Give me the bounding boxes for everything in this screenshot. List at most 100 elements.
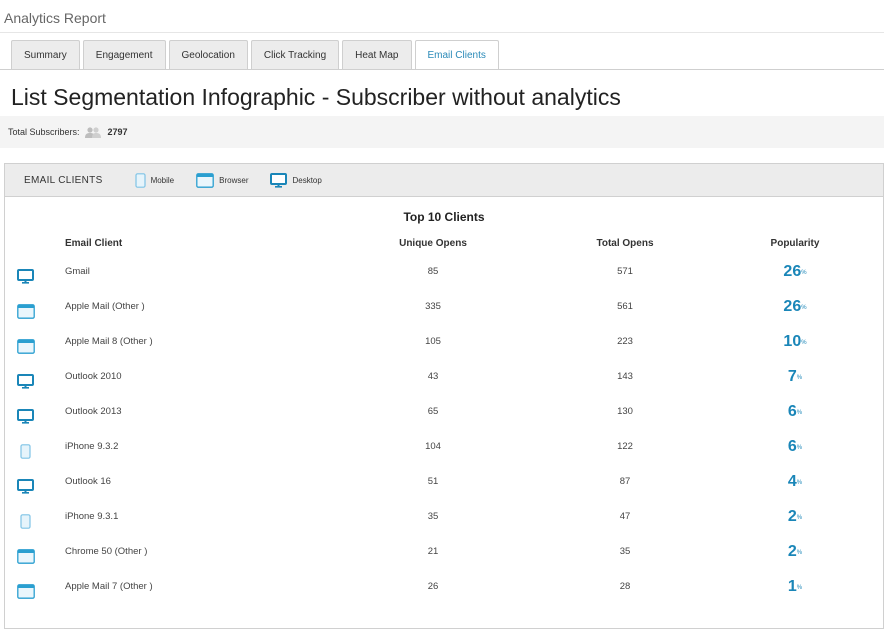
unique-opens: 51 [427,476,439,487]
total-opens: 571 [617,266,633,277]
popularity-value: 10% [765,332,825,352]
mobile-icon [17,444,34,464]
popularity-number: 2 [787,543,797,560]
desktop-icon [17,479,34,499]
table-row: Chrome 50 (Other ) 21 35 2% [5,542,883,577]
popularity-unit: % [796,410,803,416]
column-total-opens: Total Opens [596,238,654,249]
table-row: Apple Mail (Other ) 335 561 26% [5,297,883,332]
email-clients-panel: EMAIL CLIENTS Mobile Browser Desktop Top… [4,163,884,629]
column-popularity: Popularity [770,238,820,249]
total-opens: 223 [617,336,633,347]
popularity-unit: % [796,480,803,486]
legend-desktop-label: Desktop [292,175,322,185]
total-opens: 143 [617,371,633,382]
app-title: Analytics Report [4,10,106,26]
popularity-number: 4 [787,473,797,490]
browser-icon [17,549,35,569]
unique-opens: 335 [425,301,441,312]
popularity-number: 26 [783,263,802,280]
desktop-icon [17,269,34,289]
client-name: Apple Mail 8 (Other ) [65,336,153,347]
popularity-number: 1 [787,578,797,595]
total-opens: 122 [617,441,633,452]
subscribers-summary: Total Subscribers: 2797 [0,116,884,148]
client-name: Gmail [65,266,90,277]
popularity-value: 2% [765,507,825,527]
browser-icon [196,172,214,188]
tab-click-tracking[interactable]: Click Tracking [250,40,340,69]
unique-opens: 21 [427,546,439,557]
popularity-unit: % [796,445,803,451]
total-opens: 130 [617,406,633,417]
legend-browser-label: Browser [219,175,249,185]
browser-icon [17,304,35,324]
total-opens: 28 [619,581,631,592]
desktop-icon [270,172,288,188]
total-opens: 561 [617,301,633,312]
popularity-value: 26% [765,262,825,282]
browser-icon [17,584,35,604]
client-name: iPhone 9.3.2 [65,441,119,452]
popularity-value: 4% [765,472,825,492]
tab-summary[interactable]: Summary [11,40,80,69]
tab-bar: Summary Engagement Geolocation Click Tra… [11,40,502,70]
section-title: Top 10 Clients [403,210,485,224]
unique-opens: 104 [425,441,441,452]
header-divider [0,32,884,33]
mobile-icon [134,172,146,188]
popularity-value: 26% [765,297,825,317]
popularity-value: 6% [765,437,825,457]
tab-divider [0,69,884,70]
popularity-value: 2% [765,542,825,562]
unique-opens: 35 [427,511,439,522]
popularity-unit: % [796,375,803,381]
table-row: Outlook 2013 65 130 6% [5,402,883,437]
unique-opens: 105 [425,336,441,347]
subscribers-count: 2797 [107,127,128,137]
unique-opens: 65 [427,406,439,417]
popularity-value: 6% [765,402,825,422]
popularity-number: 6 [787,438,797,455]
users-icon [84,126,102,138]
popularity-unit: % [796,585,803,591]
popularity-unit: % [796,550,803,556]
total-opens: 35 [619,546,631,557]
desktop-icon [17,374,34,394]
client-name: Outlook 2013 [65,406,122,417]
tab-geolocation[interactable]: Geolocation [168,40,248,69]
panel-title: EMAIL CLIENTS [24,174,103,186]
popularity-number: 26 [783,298,802,315]
popularity-value: 1% [765,577,825,597]
legend-mobile-label: Mobile [150,175,175,185]
tab-email-clients[interactable]: Email Clients [414,40,499,70]
client-name: iPhone 9.3.1 [65,511,119,522]
table-row: iPhone 9.3.1 35 47 2% [5,507,883,542]
client-name: Outlook 16 [65,476,111,487]
browser-icon [17,339,35,359]
total-opens: 47 [619,511,631,522]
legend-browser: Browser [196,172,249,188]
legend-mobile: Mobile [134,172,175,188]
unique-opens: 26 [427,581,439,592]
tab-heat-map[interactable]: Heat Map [342,40,412,69]
panel-header: EMAIL CLIENTS Mobile Browser Desktop [5,164,883,197]
tab-engagement[interactable]: Engagement [82,40,166,69]
popularity-number: 7 [787,368,797,385]
popularity-unit: % [796,515,803,521]
popularity-value: 7% [765,367,825,387]
desktop-icon [17,409,34,429]
subscribers-label: Total Subscribers: [8,127,80,137]
unique-opens: 85 [427,266,439,277]
popularity-unit: % [801,305,807,311]
total-opens: 87 [619,476,631,487]
unique-opens: 43 [427,371,439,382]
client-name: Chrome 50 (Other ) [65,546,148,557]
table-row: Gmail 85 571 26% [5,262,883,297]
table-row: Apple Mail 8 (Other ) 105 223 10% [5,332,883,367]
client-name: Outlook 2010 [65,371,122,382]
table-row: iPhone 9.3.2 104 122 6% [5,437,883,472]
popularity-number: 6 [787,403,797,420]
client-name: Apple Mail (Other ) [65,301,145,312]
table-row: Outlook 16 51 87 4% [5,472,883,507]
